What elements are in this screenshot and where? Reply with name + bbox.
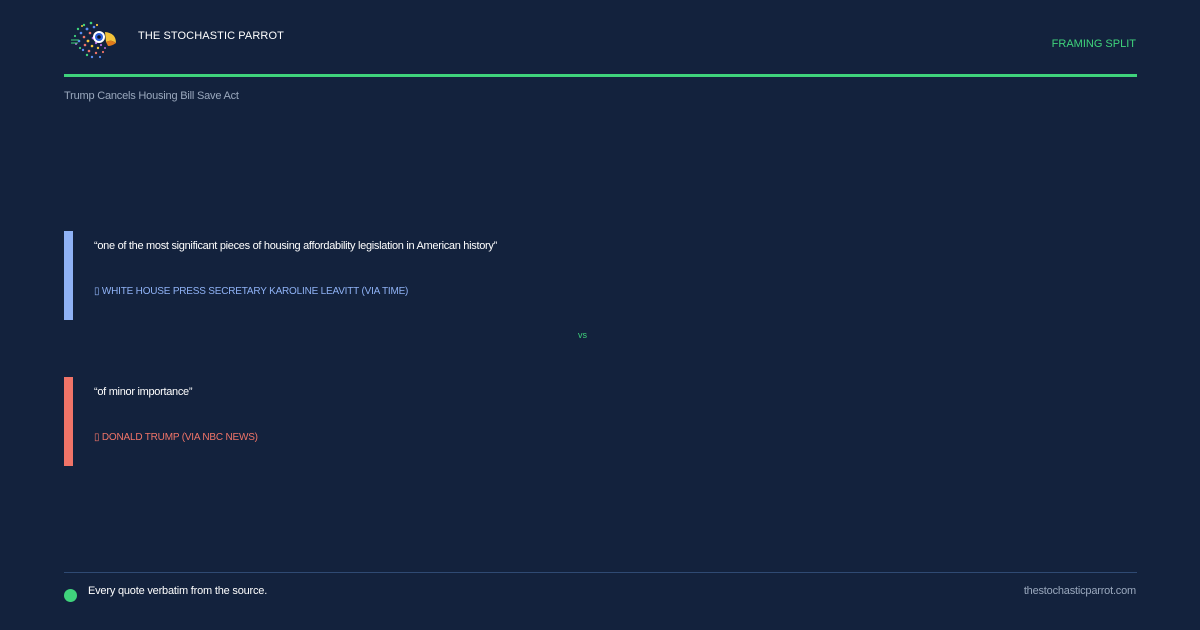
quote-accent-bar — [64, 377, 73, 466]
brand-name: THE STOCHASTIC PARROT — [138, 30, 284, 42]
framing-split-label: FRAMING SPLIT — [1051, 38, 1136, 50]
quote-attribution: ▯ WHITE HOUSE PRESS SECRETARY KAROLINE L… — [94, 286, 409, 297]
versus-label: vs — [578, 330, 587, 340]
parrot-logo-icon — [70, 17, 118, 63]
footer-divider — [64, 572, 1137, 573]
quote-accent-bar — [64, 231, 73, 320]
footer-note: Every quote verbatim from the source. — [88, 585, 268, 597]
quote-attribution: ▯ DONALD TRUMP (VIA NBC NEWS) — [94, 432, 258, 443]
status-dot-icon — [64, 589, 77, 602]
header-divider — [64, 74, 1137, 77]
site-url: thestochasticparrot.com — [1023, 585, 1136, 597]
quote-text: “one of the most significant pieces of h… — [94, 240, 497, 252]
quote-text: “of minor importance” — [94, 386, 193, 398]
story-headline: Trump Cancels Housing Bill Save Act — [64, 90, 239, 102]
